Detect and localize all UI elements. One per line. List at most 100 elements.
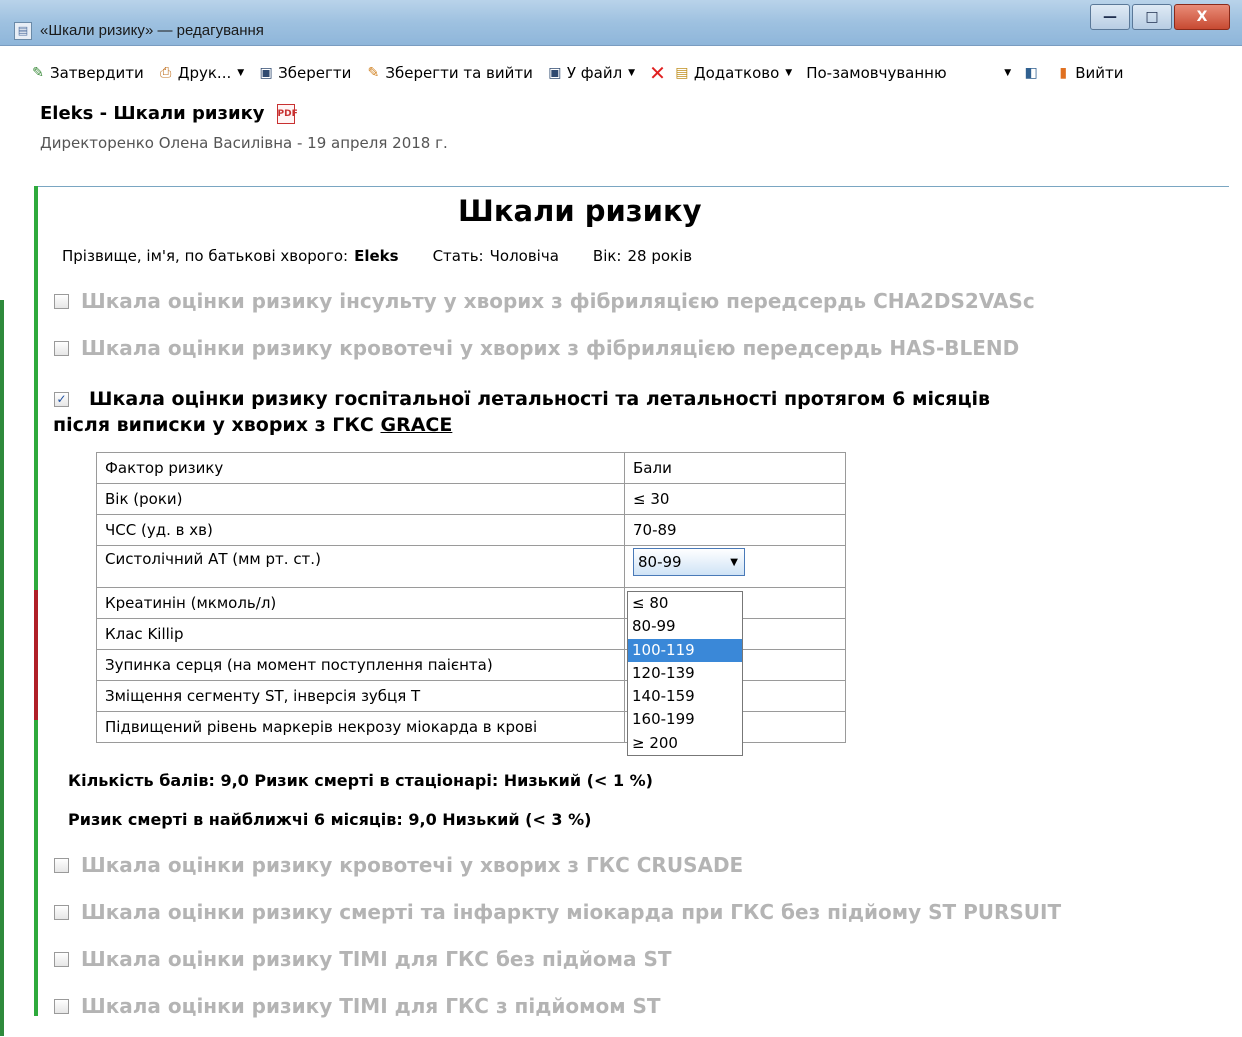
checkbox[interactable] <box>54 904 69 920</box>
scale-label: Шкала оцінки ризику інсульту у хворих з … <box>81 289 1035 313</box>
systolic-dropdown-list: ≤ 80 80-99 100-119 120-139 140-159 160-1… <box>627 591 743 757</box>
print-button[interactable]: ⎙ Друк... ▼ <box>158 64 244 82</box>
factor-cell: Систолічний АТ (мм рт. ст.) <box>96 545 625 588</box>
dropdown-option[interactable]: 80-99 <box>628 615 742 638</box>
to-file-label: У файл <box>566 64 623 82</box>
save-icon: ▣ <box>259 65 273 81</box>
scale-grace-label-line2: після виписки у хворих з ГКС GRACE <box>53 412 990 438</box>
save-label: Зберегти <box>278 64 352 82</box>
exit-label: Вийти <box>1075 64 1124 82</box>
header-factor: Фактор ризику <box>96 452 625 484</box>
toolbar: ✎ Затвердити ⎙ Друк... ▼ ▣ Зберегти ✎ Зб… <box>0 58 1242 88</box>
patient-info: Прізвище, ім'я, по батькові хворого: Ele… <box>62 247 698 265</box>
save-exit-label: Зберегти та вийти <box>385 64 533 82</box>
value-cell[interactable]: ≤ 30 <box>624 483 846 515</box>
table-row: ЧСС (уд. в хв) 70-89 <box>96 514 846 546</box>
value-cell: 80-99 ▼ <box>624 545 846 588</box>
file-icon: ▣ <box>548 65 562 81</box>
more-label: Додатково <box>693 64 780 82</box>
minimize-button[interactable]: — <box>1090 4 1130 30</box>
dropdown-option[interactable]: 140-159 <box>628 685 742 708</box>
grace-summary-hospital: Кількість балів: 9,0 Ризик смерті в стац… <box>68 771 653 790</box>
save-exit-button[interactable]: ✎ Зберегти та вийти <box>365 64 533 82</box>
table-header-row: Фактор ризику Бали <box>96 452 846 484</box>
chevron-down-icon: ▼ <box>1004 68 1012 78</box>
template-select[interactable]: По-замовчуванню ▼ <box>806 64 1011 82</box>
scale-label: Шкала оцінки ризику кровотечі у хворих з… <box>81 853 744 877</box>
patient-name: Eleks <box>354 247 399 265</box>
export-icon[interactable]: ◧ <box>1023 65 1039 81</box>
page-title: Шкали ризику <box>458 194 702 228</box>
scale-timi-stemi[interactable]: Шкала оцінки ризику TIMI для ГКС з підйо… <box>54 994 661 1018</box>
factor-cell: Зупинка серця (на момент поступлення паі… <box>96 649 625 681</box>
patient-sex: Чоловіча <box>489 247 559 265</box>
save-button[interactable]: ▣ Зберегти <box>258 64 352 82</box>
scale-crusade[interactable]: Шкала оцінки ризику кровотечі у хворих з… <box>54 853 743 877</box>
template-select-value: По-замовчуванню <box>806 64 947 82</box>
print-label: Друк... <box>177 64 232 82</box>
patient-name-label: Прізвище, ім'я, по батькові хворого: <box>62 247 349 265</box>
scale-cha2ds2vasc[interactable]: Шкала оцінки ризику інсульту у хворих з … <box>54 289 1035 313</box>
maximize-button[interactable]: □ <box>1132 4 1172 30</box>
pdf-icon[interactable]: PDF <box>276 103 298 124</box>
checkbox[interactable] <box>54 857 69 873</box>
factor-cell: Клас Killip <box>96 618 625 650</box>
document-subtitle: Директоренко Олена Василівна - 19 апреля… <box>40 134 448 152</box>
approve-label: Затвердити <box>50 64 144 82</box>
header-points: Бали <box>624 452 846 484</box>
window-title-bar: ▤ «Шкали ризику» — редагування — □ X <box>0 0 1242 46</box>
approve-button[interactable]: ✎ Затвердити <box>30 64 144 82</box>
dropdown-option[interactable]: ≥ 200 <box>628 732 742 755</box>
document-title-text: Eleks - Шкали ризику <box>40 103 265 124</box>
scale-label: Шкала оцінки ризику TIMI для ГКС без під… <box>81 947 672 971</box>
to-file-button[interactable]: ▣ У файл ▼ <box>547 64 635 82</box>
delete-icon[interactable]: ✕ <box>649 61 666 85</box>
scale-has-blend[interactable]: Шкала оцінки ризику кровотечі у хворих з… <box>54 336 1019 360</box>
more-button[interactable]: ▤ Додатково ▼ <box>674 64 792 82</box>
section-indicator-required <box>34 590 38 720</box>
scale-grace[interactable]: ✓ Шкала оцінки ризику госпітальної летал… <box>53 386 990 438</box>
patient-age: 28 років <box>627 247 693 265</box>
value-cell[interactable]: 70-89 <box>624 514 846 546</box>
factor-cell: Підвищений рівень маркерів некрозу міока… <box>96 711 625 743</box>
systolic-dropdown[interactable]: 80-99 ▼ <box>633 548 745 576</box>
chevron-down-icon: ▼ <box>785 68 793 78</box>
dropdown-option-highlighted[interactable]: 100-119 <box>628 638 742 662</box>
factor-cell: Зміщення сегменту ST, інверсія зубця T <box>96 680 625 712</box>
dropdown-option[interactable]: 120-139 <box>628 662 742 685</box>
exit-icon: ▮ <box>1059 65 1068 81</box>
chevron-down-icon: ▼ <box>237 68 245 78</box>
checkbox[interactable] <box>54 340 69 356</box>
left-edge-bar <box>0 300 4 1036</box>
grace-link[interactable]: GRACE <box>380 414 452 436</box>
factor-cell: ЧСС (уд. в хв) <box>96 514 625 546</box>
panel-divider <box>34 186 1229 187</box>
patient-sex-label: Стать: <box>432 247 484 265</box>
save-exit-icon: ✎ <box>367 65 380 81</box>
exit-button[interactable]: ▮ Вийти <box>1055 64 1123 82</box>
app-icon: ▤ <box>14 22 32 40</box>
close-button[interactable]: X <box>1174 4 1230 30</box>
table-row: Систолічний АТ (мм рт. ст.) 80-99 ▼ <box>96 545 846 588</box>
dropdown-option[interactable]: 160-199 <box>628 708 742 731</box>
document-title: Eleks - Шкали ризику PDF <box>40 103 298 124</box>
patient-age-label: Вік: <box>592 247 622 265</box>
scale-grace-label-text: після виписки у хворих з ГКС <box>53 414 374 436</box>
window-controls: — □ X <box>1088 4 1230 30</box>
scale-label: Шкала оцінки ризику кровотечі у хворих з… <box>81 336 1020 360</box>
dropdown-option[interactable]: ≤ 80 <box>628 592 742 615</box>
window-title: «Шкали ризику» — редагування <box>40 22 264 39</box>
table-row: Вік (роки) ≤ 30 <box>96 483 846 515</box>
grace-summary-6months: Ризик смерті в найближчі 6 місяців: 9,0 … <box>68 810 592 829</box>
checkbox[interactable] <box>54 293 69 309</box>
scale-grace-label: Шкала оцінки ризику госпітальної летальн… <box>53 386 990 438</box>
checkbox[interactable] <box>54 998 69 1014</box>
scale-label: Шкала оцінки ризику смерті та інфаркту м… <box>81 900 1062 924</box>
scale-timi-nstemi[interactable]: Шкала оцінки ризику TIMI для ГКС без під… <box>54 947 672 971</box>
checkbox[interactable] <box>54 951 69 967</box>
chevron-down-icon: ▼ <box>628 68 636 78</box>
factor-cell: Вік (роки) <box>96 483 625 515</box>
scale-pursuit[interactable]: Шкала оцінки ризику смерті та інфаркту м… <box>54 900 1061 924</box>
scale-label: Шкала оцінки ризику TIMI для ГКС з підйо… <box>81 994 661 1018</box>
print-icon: ⎙ <box>160 65 172 81</box>
